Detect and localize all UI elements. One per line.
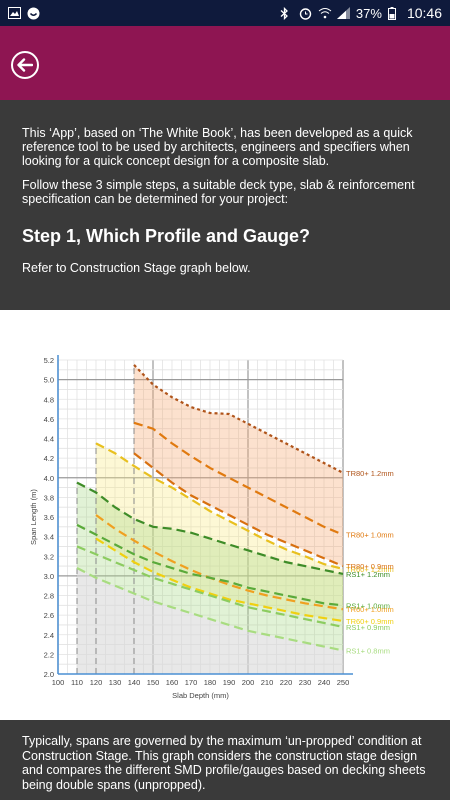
x-tick-label: 110 (71, 678, 83, 687)
series-label: RS1+ 1.2mm (346, 570, 390, 579)
status-bar: 37% 10:46 (0, 0, 450, 26)
series-label: RS1+ 0.8mm (346, 646, 390, 655)
y-tick-label: 4.2 (44, 454, 54, 463)
y-tick-label: 3.8 (44, 493, 54, 502)
series-label: RS1+ 1.0mm (346, 601, 390, 610)
y-tick-label: 5.0 (44, 376, 54, 385)
x-tick-label: 240 (318, 678, 331, 687)
x-tick-label: 200 (242, 678, 255, 687)
x-tick-label: 250 (337, 678, 350, 687)
clock: 10:46 (406, 5, 442, 21)
instructions-paragraph: Follow these 3 simple steps, a suitable … (22, 178, 415, 206)
app-bar (0, 26, 450, 100)
battery-percent: 37% (355, 5, 382, 21)
x-tick-label: 230 (299, 678, 312, 687)
x-axis-label: Slab Depth (mm) (172, 691, 229, 700)
signal-icon (336, 7, 350, 19)
app-notification-icon (27, 7, 40, 20)
battery-icon (387, 7, 401, 20)
x-tick-label: 140 (128, 678, 141, 687)
y-tick-label: 2.2 (44, 650, 54, 659)
intro-section: This ‘App’, based on ‘The White Book’, h… (0, 100, 450, 310)
y-tick-label: 4.4 (44, 435, 54, 444)
step-subtitle: Refer to Construction Stage graph below. (22, 261, 251, 275)
x-tick-label: 130 (109, 678, 122, 687)
step-title: Step 1, Which Profile and Gauge? (22, 226, 311, 246)
arrow-left-icon (17, 58, 33, 72)
footer-text: Typically, spans are governed by the max… (0, 720, 450, 800)
y-tick-label: 4.6 (44, 415, 54, 424)
y-tick-label: 2.6 (44, 611, 54, 620)
y-tick-label: 3.2 (44, 552, 54, 561)
y-tick-label: 2.0 (44, 670, 54, 679)
gallery-icon (8, 7, 21, 19)
x-tick-label: 170 (185, 678, 198, 687)
x-tick-label: 150 (147, 678, 160, 687)
alarm-icon (299, 7, 312, 20)
x-tick-label: 160 (166, 678, 179, 687)
y-tick-label: 3.6 (44, 513, 54, 522)
y-tick-label: 4.0 (44, 474, 54, 483)
y-tick-label: 3.4 (44, 533, 54, 542)
x-tick-label: 190 (223, 678, 236, 687)
y-tick-label: 4.8 (44, 395, 54, 404)
span-chart: TR80+ 1.2mmTR80+ 1.0mmTR60+ 1.2mmTR80+ 0… (29, 355, 394, 700)
x-tick-label: 220 (280, 678, 293, 687)
y-tick-label: 2.8 (44, 592, 54, 601)
x-tick-label: 180 (204, 678, 217, 687)
intro-paragraph: This ‘App’, based on ‘The White Book’, h… (22, 126, 413, 168)
series-label: RS1+ 0.9mm (346, 623, 390, 632)
x-tick-label: 210 (261, 678, 274, 687)
wifi-icon (318, 7, 332, 19)
y-axis-label: Span Length (m) (29, 489, 38, 545)
construction-stage-graph: TR80+ 1.2mm TR80+ 1.0mm TR60+ 1.2mm TR80+ 0… (0, 310, 450, 720)
series-label: TR80+ 1.2mm (346, 469, 394, 478)
bluetooth-icon (280, 6, 293, 21)
x-tick-label: 120 (90, 678, 103, 687)
series-label: TR80+ 1.0mm (346, 531, 394, 540)
back-button[interactable] (11, 51, 39, 79)
y-tick-label: 5.2 (44, 356, 54, 365)
y-tick-label: 3.0 (44, 572, 54, 581)
y-tick-label: 2.4 (44, 631, 54, 640)
x-tick-label: 100 (52, 678, 65, 687)
